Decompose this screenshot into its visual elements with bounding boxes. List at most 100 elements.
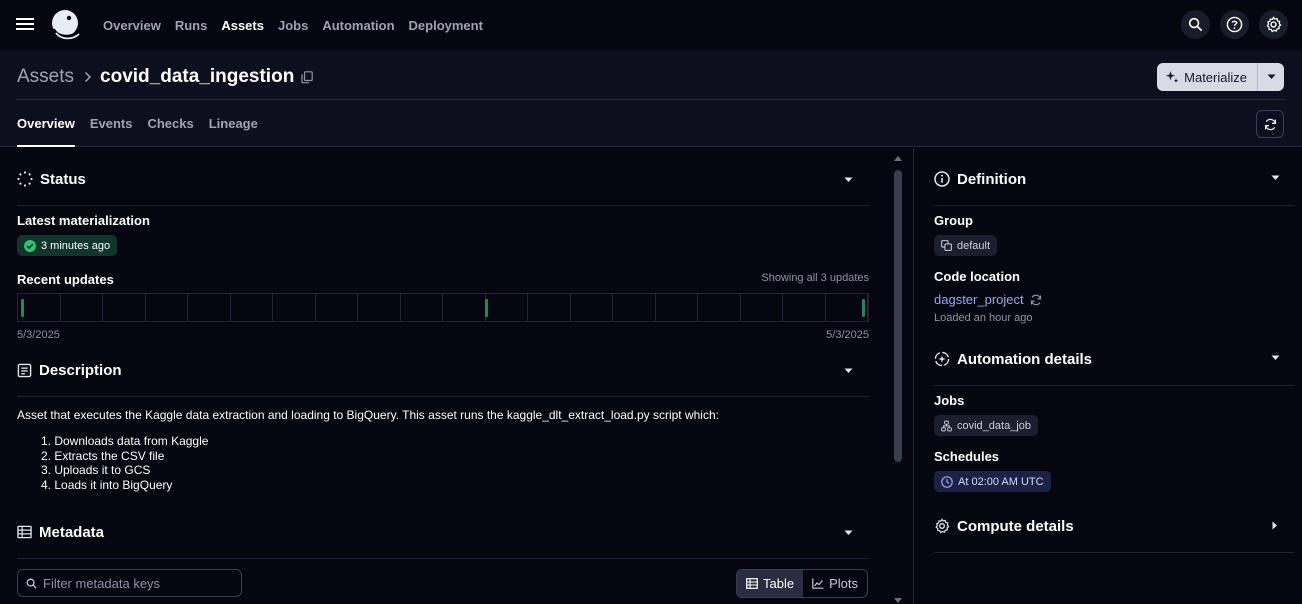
table-view-label: Table [763, 576, 795, 591]
description-text: Asset that executes the Kaggle data extr… [17, 408, 719, 422]
gear-icon [935, 518, 950, 534]
nav-assets[interactable]: Assets [221, 18, 264, 33]
timeline-cell [18, 294, 61, 321]
compute-title: Compute details [957, 517, 1074, 535]
definition-title: Definition [957, 170, 1027, 188]
code-location-link[interactable]: dagster_project [934, 292, 1042, 307]
top-right-actions [1181, 10, 1288, 39]
line-chart-icon [812, 578, 824, 589]
code-location-value[interactable]: dagster_project [934, 292, 1024, 307]
automation-section-header[interactable]: Automation details [934, 333, 1294, 386]
breadcrumb: Assets covid_data_ingestion [17, 64, 314, 90]
scroll-down-arrow-icon[interactable] [894, 598, 902, 603]
recent-updates-label: Recent updates [17, 272, 114, 287]
timeline-cell [783, 294, 826, 321]
status-section-header[interactable]: Status [17, 153, 869, 206]
timeline-cell [146, 294, 188, 321]
definition-section-header[interactable]: Definition [934, 153, 1294, 206]
chevron-down-icon[interactable] [844, 368, 853, 374]
table-icon [746, 578, 758, 589]
tab-overview[interactable]: Overview [17, 110, 75, 147]
refresh-button[interactable] [1256, 110, 1284, 138]
table-icon [17, 525, 32, 539]
nav-runs[interactable]: Runs [175, 18, 208, 33]
copy-icon[interactable] [301, 70, 314, 84]
menu-icon[interactable] [16, 16, 34, 32]
code-location-label: Code location [934, 269, 1020, 284]
timeline-cell [486, 294, 528, 321]
top-navigation: Overview Runs Assets Jobs Automation Dep… [0, 0, 1302, 50]
timeline-cell [358, 294, 401, 321]
recent-updates-timeline [17, 293, 869, 322]
timeline-cell [188, 294, 231, 321]
page-header: Assets covid_data_ingestion Materialize … [0, 50, 1302, 147]
schedule-tag[interactable]: At 02:00 AM UTC [934, 471, 1051, 492]
nav-deployment[interactable]: Deployment [409, 18, 483, 33]
dagster-logo-icon[interactable] [47, 7, 83, 43]
description-steps: 1. Downloads data from Kaggle 2. Extract… [41, 434, 208, 492]
chevron-right-icon[interactable] [1272, 521, 1278, 530]
timeline-update-marker[interactable] [485, 299, 488, 317]
main-scrollbar[interactable] [891, 148, 905, 604]
main-nav: Overview Runs Assets Jobs Automation Dep… [103, 0, 483, 50]
metadata-view-toggle: Table Plots [736, 569, 868, 598]
metadata-filter-field[interactable] [17, 569, 242, 597]
description-step: 1. Downloads data from Kaggle [41, 434, 209, 448]
chevron-down-icon[interactable] [1271, 175, 1280, 181]
help-icon [1226, 16, 1243, 33]
chevron-down-icon[interactable] [1271, 355, 1280, 361]
metadata-filter-input[interactable] [43, 575, 233, 591]
page-title: covid_data_ingestion [100, 66, 295, 87]
tab-lineage[interactable]: Lineage [209, 110, 258, 147]
nav-jobs[interactable]: Jobs [278, 18, 308, 33]
timeline-cell [273, 294, 316, 321]
reload-icon[interactable] [1030, 294, 1042, 306]
chevron-down-icon[interactable] [844, 530, 853, 536]
search-icon [26, 578, 37, 589]
nav-overview[interactable]: Overview [103, 18, 161, 33]
chevron-down-icon[interactable] [844, 177, 853, 183]
materialize-options-button[interactable] [1257, 63, 1284, 91]
updates-count-text: Showing all 3 updates [761, 272, 869, 284]
scrollbar-thumb[interactable] [894, 170, 902, 462]
group-tag[interactable]: default [934, 235, 998, 256]
metadata-title: Metadata [39, 523, 105, 541]
timeline-update-marker[interactable] [21, 299, 24, 317]
scroll-up-arrow-icon[interactable] [894, 156, 902, 161]
latest-materialization-time: 3 minutes ago [41, 239, 111, 252]
timeline-cell [61, 294, 103, 321]
latest-materialization-badge[interactable]: 3 minutes ago [17, 235, 118, 256]
materialize-button[interactable]: Materialize [1157, 63, 1257, 91]
caret-down-icon [1267, 74, 1275, 79]
tab-events[interactable]: Events [90, 110, 133, 147]
timeline-cell [443, 294, 486, 321]
timeline-cell [698, 294, 741, 321]
description-section-header[interactable]: Description [17, 344, 869, 397]
table-view-button[interactable]: Table [737, 570, 804, 597]
timeline-cell [316, 294, 358, 321]
search-button[interactable] [1181, 10, 1210, 39]
timeline-cell [613, 294, 656, 321]
breadcrumb-assets-link[interactable]: Assets [17, 66, 74, 88]
gear-icon [1266, 16, 1282, 33]
group-label: Group [934, 213, 973, 228]
chevron-right-icon [85, 71, 92, 83]
metadata-section-header[interactable]: Metadata [17, 506, 869, 559]
clock-icon [941, 475, 953, 488]
settings-button[interactable] [1259, 10, 1288, 39]
plots-view-button[interactable]: Plots [803, 570, 867, 597]
materialize-button-group: Materialize [1157, 63, 1284, 91]
tab-checks[interactable]: Checks [147, 110, 193, 147]
job-value: covid_data_job [957, 419, 1032, 432]
plots-view-label: Plots [829, 576, 858, 591]
help-button[interactable] [1220, 10, 1249, 39]
timeline-cell [741, 294, 783, 321]
description-step: 3. Uploads it to GCS [41, 463, 151, 478]
timeline-start-date: 5/3/2025 [17, 329, 60, 341]
timeline-update-marker[interactable] [862, 299, 865, 317]
job-tag[interactable]: covid_data_job [934, 415, 1039, 436]
jobs-label: Jobs [934, 393, 965, 408]
check-circle-icon [24, 239, 36, 252]
nav-automation[interactable]: Automation [322, 18, 394, 33]
compute-section-header[interactable]: Compute details [934, 500, 1294, 553]
